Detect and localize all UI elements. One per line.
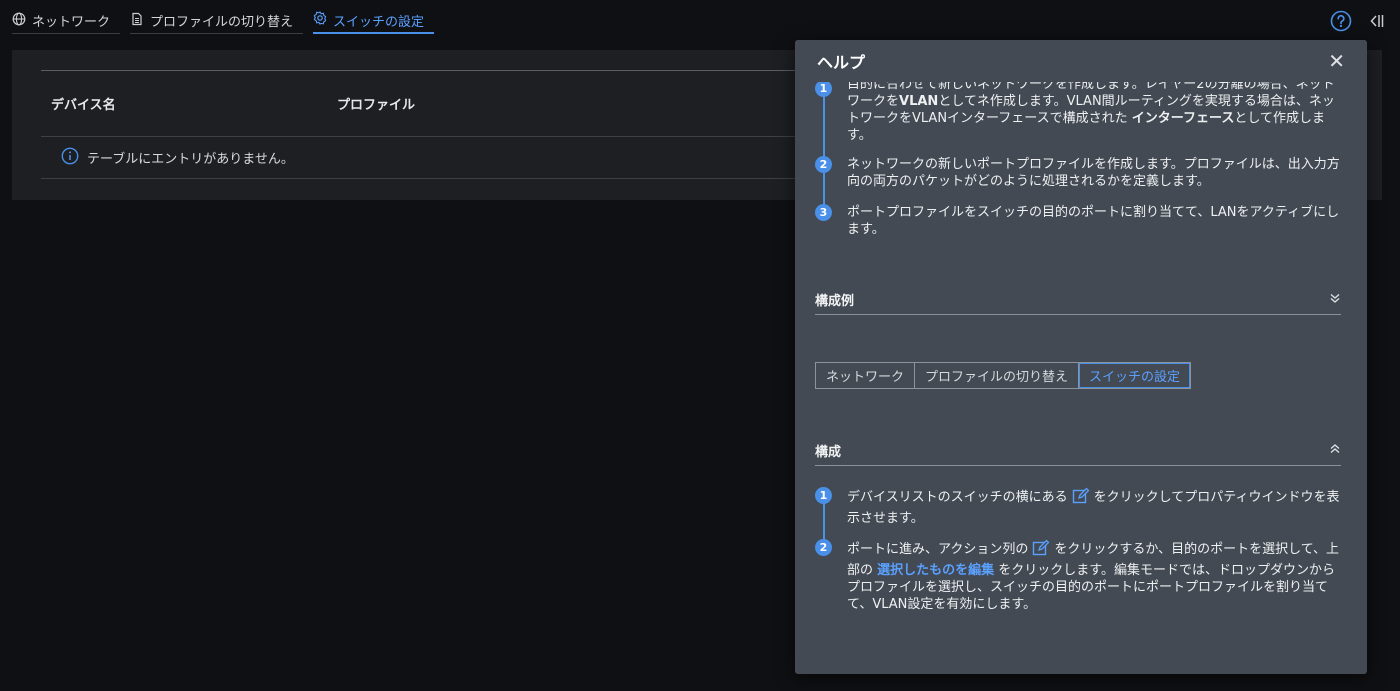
tab-profile-switch[interactable]: プロファイルの切り替え [130,8,304,34]
device-table: デバイス名 プロファイル テーブルにエントリがありません。 [41,70,821,179]
edit-selected-link[interactable]: 選択したものを編集 [877,563,994,578]
step-item: 1 目的に合わせて新しいネットワークを作成します。レイヤー2の分離の場合、ネット… [815,76,1345,144]
segment-switch-settings[interactable]: スイッチの設定 [1079,363,1191,388]
step-item: 1 デバイスリストのスイッチの横にある をクリックしてプロパティウインドウを表示さ… [815,487,1345,526]
table-empty-row: テーブルにエントリがありません。 [41,137,821,179]
column-header-profile[interactable]: プロファイル [337,94,415,113]
config-steps: 1 デバイスリストのスイッチの横にある をクリックしてプロパティウインドウを表示さ… [815,487,1345,613]
step-text-bold: VLAN [899,94,939,109]
section-configuration-title: 構成 [815,445,842,460]
step-text: ポートに進み、アクション列の [847,542,1029,557]
step-item: 2 ポートに進み、アクション列の をクリックするか、目的のポートを選択して、上部の… [815,539,1345,613]
gear-icon [313,11,327,29]
edit-icon [1072,487,1090,510]
tab-switch-settings[interactable]: スイッチの設定 [313,8,435,34]
empty-message: テーブルにエントリがありません。 [87,152,294,167]
info-icon [61,147,79,169]
section-configuration[interactable]: 構成 [815,436,1341,466]
segment-profile-switch[interactable]: プロファイルの切り替え [915,363,1080,388]
step-text: デバイスリストのスイッチの横にある [847,490,1068,505]
step-number: 1 [815,487,832,504]
globe-icon [12,12,26,30]
tab-switch-settings-label: スイッチの設定 [333,14,425,30]
step-number: 1 [815,80,832,97]
help-title: ヘルプ [817,53,866,72]
tab-network-label: ネットワーク [32,15,111,30]
document-icon [130,12,144,30]
top-right-toolbar [1330,10,1388,32]
step-text: ネットワークの新しいポートプロファイルを作成します。プロファイルは、出入力方向の… [847,157,1340,189]
step-text: ポートプロファイルをスイッチの目的のポートに割り当てて、LANをアクティブにしま… [847,205,1340,237]
chevron-double-up-icon[interactable] [1329,443,1341,458]
step-item: 2 ネットワークの新しいポートプロファイルを作成します。プロファイルは、出入力方… [815,156,1345,192]
step-number: 3 [815,204,832,221]
section-example[interactable]: 構成例 [815,285,1341,315]
help-header: ヘルプ ✕ [795,40,1367,82]
overview-steps: 1 目的に合わせて新しいネットワークを作成します。レイヤー2の分離の場合、ネット… [815,76,1345,238]
help-icon[interactable] [1330,10,1352,32]
tab-network[interactable]: ネットワーク [12,8,121,34]
step-number: 2 [815,156,832,173]
column-header-device-name[interactable]: デバイス名 [41,94,337,113]
example-segmented-control: ネットワーク プロファイルの切り替え スイッチの設定 [815,362,1192,389]
edit-icon [1032,539,1050,562]
table-header: デバイス名 プロファイル [41,71,821,137]
help-drawer: ヘルプ ✕ 1 目的に合わせて新しいネットワークを作成します。レイヤー2の分離の… [795,40,1367,674]
chevron-double-down-icon[interactable] [1329,292,1341,307]
step-text-bold: インターフェース [1131,111,1235,126]
step-number: 2 [815,539,832,556]
close-icon[interactable]: ✕ [1328,51,1345,71]
section-example-title: 構成例 [815,294,855,309]
top-tab-bar: ネットワーク プロファイルの切り替え スイッチの設定 [12,8,444,34]
step-item: 3 ポートプロファイルをスイッチの目的のポートに割り当てて、LANをアクティブに… [815,204,1345,238]
collapse-panel-icon[interactable] [1366,10,1388,32]
segment-network[interactable]: ネットワーク [816,363,916,388]
tab-profile-switch-label: プロファイルの切り替え [150,15,294,30]
